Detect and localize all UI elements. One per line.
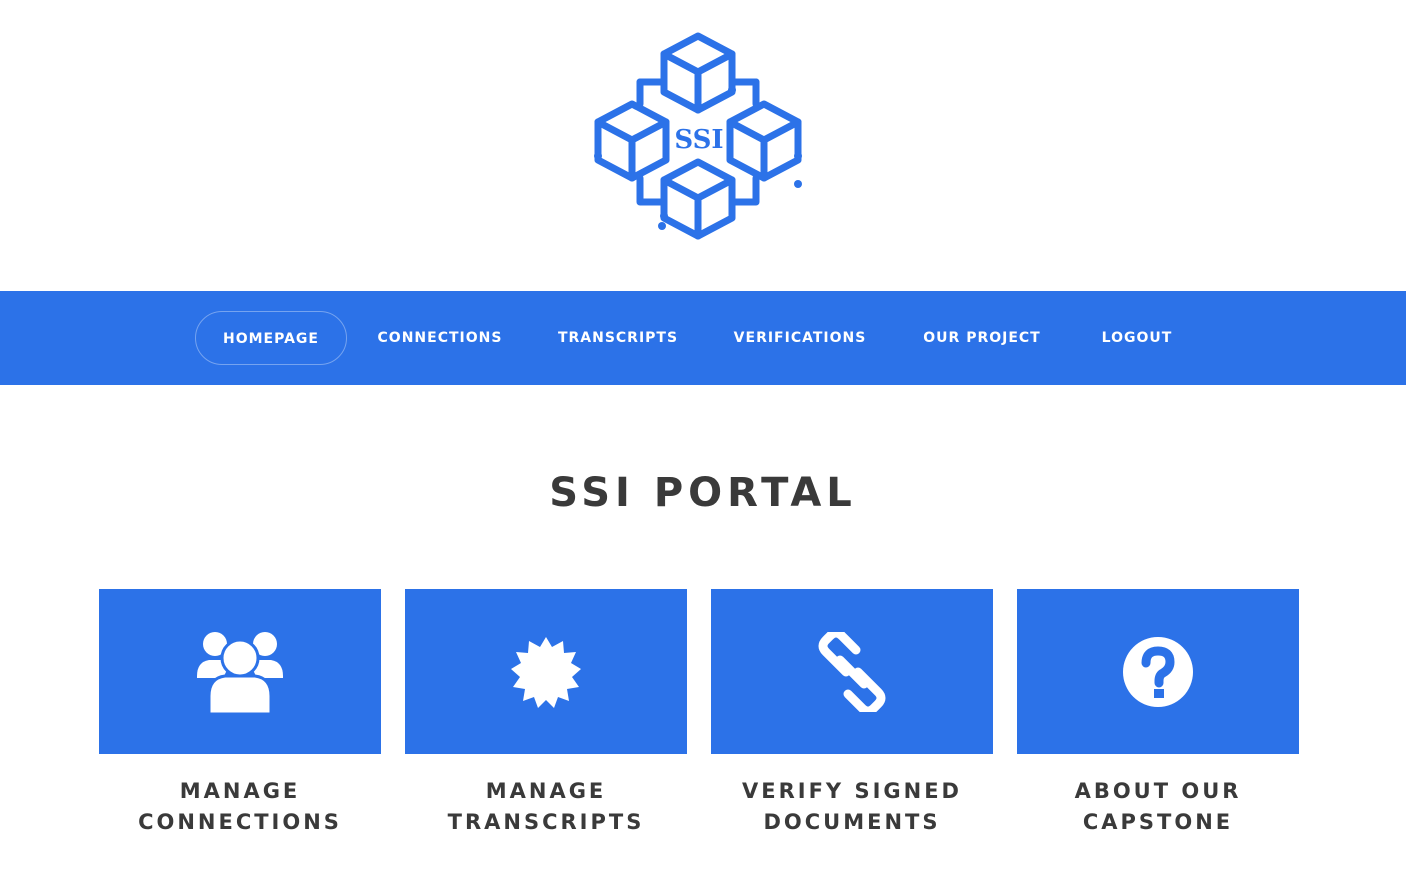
card-verify-signed-documents[interactable]: VERIFY SIGNED DOCUMENTS <box>711 589 993 838</box>
card-label-line1: ABOUT OUR <box>1074 779 1242 803</box>
card-label-line1: MANAGE <box>485 779 607 803</box>
card-label-line2: TRANSCRIPTS <box>447 810 645 834</box>
page: SSI HOMEPAGE CONNECTIONS TRANSCRIPTS VER… <box>0 0 1406 871</box>
card-tile[interactable] <box>711 589 993 754</box>
card-tile[interactable] <box>99 589 381 754</box>
nav-our-project[interactable]: OUR PROJECT <box>912 311 1052 365</box>
card-label: VERIFY SIGNED DOCUMENTS <box>711 776 993 838</box>
users-icon <box>197 631 283 714</box>
card-manage-connections[interactable]: MANAGE CONNECTIONS <box>99 589 381 838</box>
nav-logout[interactable]: LOGOUT <box>1092 311 1182 365</box>
card-label-line2: CAPSTONE <box>1082 810 1234 834</box>
card-label-line2: DOCUMENTS <box>763 810 941 834</box>
logo-text: SSI <box>674 125 723 155</box>
card-label: MANAGE TRANSCRIPTS <box>405 776 687 838</box>
card-about-our-capstone[interactable]: ABOUT OUR CAPSTONE <box>1017 589 1299 838</box>
card-label-line1: MANAGE <box>179 779 301 803</box>
nav-homepage[interactable]: HOMEPAGE <box>195 311 347 365</box>
badge-icon <box>511 636 581 708</box>
question-circle-icon <box>1123 636 1193 707</box>
card-tile[interactable] <box>1017 589 1299 754</box>
card-manage-transcripts[interactable]: MANAGE TRANSCRIPTS <box>405 589 687 838</box>
card-label: ABOUT OUR CAPSTONE <box>1017 776 1299 838</box>
link-icon <box>818 631 886 712</box>
nav-verifications[interactable]: VERIFICATIONS <box>724 311 876 365</box>
card-label: MANAGE CONNECTIONS <box>99 776 381 838</box>
ssi-logo[interactable]: SSI <box>592 30 806 244</box>
nav-connections[interactable]: CONNECTIONS <box>370 311 510 365</box>
card-label-line2: CONNECTIONS <box>138 810 342 834</box>
blockchain-cubes-icon: SSI <box>594 32 802 240</box>
nav-transcripts[interactable]: TRANSCRIPTS <box>550 311 686 365</box>
card-tile[interactable] <box>405 589 687 754</box>
page-title: SSI PORTAL <box>549 470 857 516</box>
main-navbar: HOMEPAGE CONNECTIONS TRANSCRIPTS VERIFIC… <box>0 291 1406 385</box>
card-label-line1: VERIFY SIGNED <box>742 779 962 803</box>
